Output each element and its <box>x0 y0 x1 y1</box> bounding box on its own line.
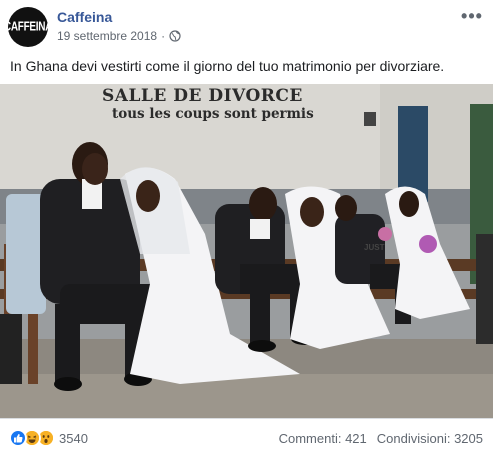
globe-icon <box>169 30 181 42</box>
post-date[interactable]: 19 settembre 2018 <box>57 29 157 43</box>
more-options-button[interactable]: ••• <box>461 6 483 26</box>
wall-sign-subtitle: tous les coups sont permis <box>112 106 314 122</box>
like-icon <box>9 429 27 447</box>
post-header: CAFFEINA Caffeina 19 settembre 2018 · ••… <box>0 0 493 50</box>
page-name-link[interactable]: Caffeina <box>57 9 112 25</box>
page-avatar[interactable]: CAFFEINA <box>4 7 52 47</box>
dress-label: JUST <box>364 243 385 252</box>
comments-count-link[interactable]: Commenti: 421 <box>279 431 367 446</box>
post-stats: Commenti: 421 Condivisioni: 3205 <box>269 431 483 446</box>
reaction-count: 3540 <box>59 430 88 446</box>
shares-count-link[interactable]: Condivisioni: 3205 <box>377 431 483 446</box>
meta-separator: · <box>161 29 166 43</box>
post-caption: In Ghana devi vestirti come il giorno de… <box>10 58 445 74</box>
avatar-logo-text: CAFFEINA <box>3 20 53 34</box>
post-footer: 3540 Commenti: 421 Condivisioni: 3205 <box>0 418 493 455</box>
reactions-summary[interactable]: 3540 <box>9 429 88 447</box>
post-photo[interactable]: SALLE DE DIVORCE tous les coups sont per… <box>0 84 493 418</box>
wall-sign-title: SALLE DE DIVORCE <box>102 86 303 106</box>
photo-scene <box>0 84 493 418</box>
facebook-post: CAFFEINA Caffeina 19 settembre 2018 · ••… <box>0 0 493 455</box>
post-meta: 19 settembre 2018 · <box>57 29 181 43</box>
